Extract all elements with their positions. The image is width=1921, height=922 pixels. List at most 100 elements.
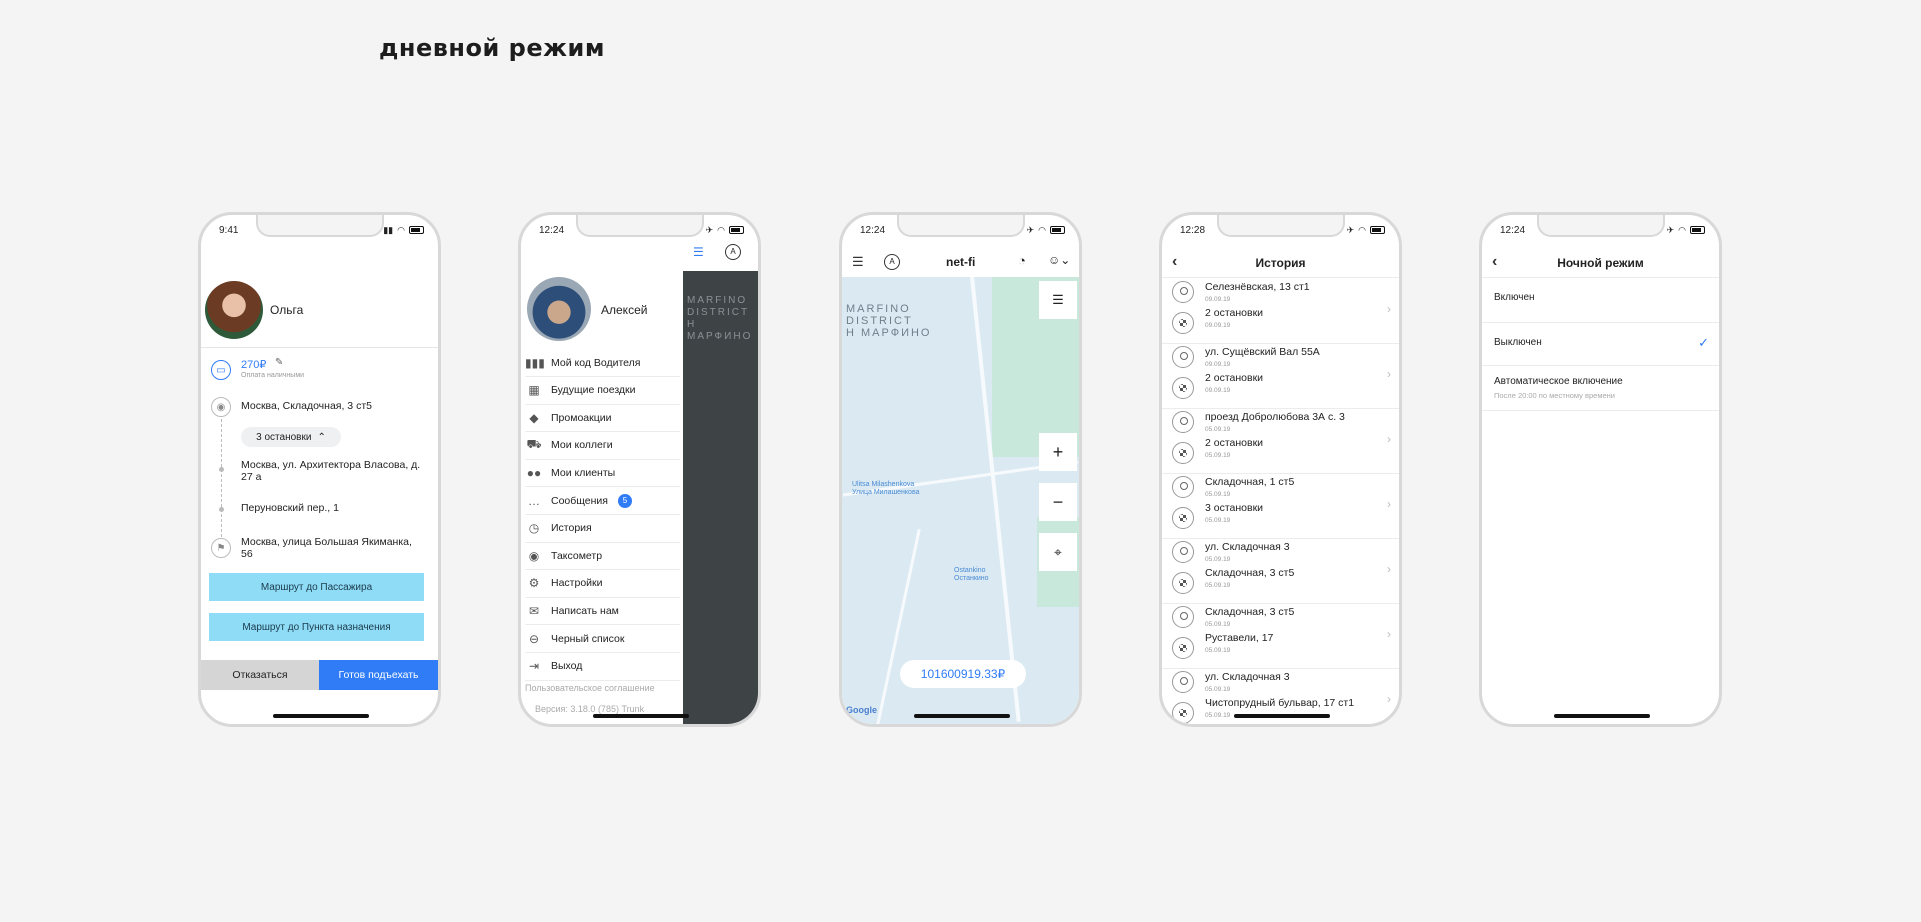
battery-icon (729, 226, 744, 234)
home-indicator (1234, 714, 1330, 718)
history-to: 2 остановки (1205, 437, 1264, 449)
exit-icon: ⇥ (528, 659, 540, 674)
auto-mode-icon[interactable]: A (725, 244, 741, 260)
map-label: MARFINO DISTRICT Н МАРФИНО (687, 295, 753, 342)
stop-address: Перуновский пер., 1 (241, 502, 339, 514)
menu-item[interactable]: ✉ Написать нам (525, 597, 680, 626)
nav-bar: ‹ История (1162, 249, 1399, 278)
history-item[interactable]: Складочная, 3 ст5 05.09.19 Руставели, 17 05… (1162, 603, 1399, 669)
history-item[interactable]: Складочная, 1 ст5 05.09.19 3 остановки 05.0… (1162, 473, 1399, 539)
menu-icon[interactable]: ☰ (852, 254, 864, 270)
history-item[interactable]: проезд Добролюбова 3А с. 3 05.09.19 2 оста… (1162, 408, 1399, 474)
history-item[interactable]: ул. Сущёвский Вал 55А 09.09.19 2 остановки… (1162, 343, 1399, 409)
car-icon: ⛟ (526, 437, 542, 452)
history-date: 05.09.19 (1205, 426, 1231, 433)
driver-name: Ольга (270, 303, 304, 317)
top-right-bar: ☰ A (683, 237, 758, 271)
history-to: Складочная, 3 ст5 (1205, 567, 1295, 579)
menu-item[interactable]: ▦ Будущие поездки (525, 377, 680, 405)
menu-item[interactable]: ⇥ Выход (525, 653, 680, 681)
ready-button[interactable]: Готов подъехать (319, 660, 438, 690)
history-from: ул. Складочная 3 (1205, 541, 1290, 553)
option-on-label: Включен (1494, 292, 1535, 303)
menu-item-label: Мои коллеги (551, 439, 613, 452)
route-to-destination-button[interactable]: Маршрут до Пункта назначения (209, 613, 424, 641)
balance-pill[interactable]: 101600919.33₽ (900, 660, 1026, 688)
signal-icon: ▮▮ (383, 224, 394, 235)
history-from: ул. Складочная 3 (1205, 671, 1290, 683)
option-auto-label: Автоматическое включение (1494, 376, 1623, 387)
option-off[interactable]: Выключен ✓ (1482, 323, 1719, 366)
home-indicator (1554, 714, 1650, 718)
pickup-pin-icon (1172, 671, 1194, 693)
status-time: 12:24 (860, 224, 886, 236)
finish-flag-icon (1172, 507, 1194, 529)
pickup-pin-icon (1172, 411, 1194, 433)
chat-icon: … (528, 493, 540, 508)
clock-icon: ◷ (528, 521, 540, 536)
stops-toggle[interactable]: 3 остановки ⌃ (241, 427, 341, 447)
history-item[interactable]: ул. Складочная 3 05.09.19 Складочная, 3 ст… (1162, 538, 1399, 604)
menu-item[interactable]: … Сообщения 5 (525, 487, 680, 515)
payment-method: Оплата наличными (241, 372, 305, 379)
timer-icon[interactable]: ◔ (1018, 253, 1026, 268)
menu-item-label: История (551, 522, 592, 535)
zoom-in-button[interactable]: + (1039, 433, 1077, 471)
stop-address: Москва, ул. Архитектора Власова, д. 27 а (241, 459, 421, 483)
chevron-right-icon: › (1387, 497, 1391, 511)
station-label-ru: Останкино (954, 575, 989, 582)
history-from: Складочная, 1 ст5 (1205, 476, 1295, 488)
history-date: 05.09.19 (1205, 556, 1231, 563)
history-item[interactable]: Селезнёвская, 13 ст1 09.09.19 2 остановки 0… (1162, 278, 1399, 344)
user-agreement-link[interactable]: Пользовательское соглашение (525, 683, 655, 693)
option-on[interactable]: Включен (1482, 278, 1719, 323)
history-from: Складочная, 3 ст5 (1205, 606, 1295, 618)
decline-button[interactable]: Отказаться (201, 660, 319, 690)
option-auto[interactable]: Автоматическое включение После 20:00 по … (1482, 366, 1719, 411)
auto-mode-icon[interactable]: A (884, 254, 900, 270)
finish-flag-icon (1172, 312, 1194, 334)
menu-item[interactable]: ⚙ Настройки (525, 570, 680, 598)
chevron-right-icon: › (1387, 627, 1391, 641)
airplane-icon: ✈ (1346, 224, 1355, 235)
phone-map: 12:24 ✈ ◠ ☰ A net-fi ◔ ☺⌄ MARFINO DISTRIC… (839, 212, 1082, 727)
history-date: 05.09.19 (1205, 647, 1231, 654)
option-auto-hint: После 20:00 по местному времени (1494, 391, 1615, 400)
menu-item[interactable]: ◉ Таксометр (525, 542, 680, 571)
menu-item[interactable]: ⛟ Мои коллеги (525, 432, 680, 460)
menu-item[interactable]: ◆ Промоакции (525, 404, 680, 433)
route-to-passenger-button[interactable]: Маршрут до Пассажира (209, 573, 424, 601)
history-date: 05.09.19 (1205, 452, 1231, 459)
history-item[interactable]: ул. Складочная 3 05.09.19 Чистопрудный бул… (1162, 668, 1399, 724)
map-overlay[interactable]: MARFINO DISTRICT Н МАРФИНО (683, 271, 758, 724)
menu-item[interactable]: ●● Мои клиенты (525, 459, 680, 488)
profile-status-icon[interactable]: ☺⌄ (1048, 253, 1070, 267)
cash-icon: ▭ (211, 360, 231, 380)
list-icon: ☰ (1052, 292, 1064, 307)
status-time: 12:28 (1180, 224, 1206, 236)
zoom-out-button[interactable]: − (1039, 483, 1077, 521)
street-label-ru: Улица Милашенкова (852, 489, 920, 496)
back-icon[interactable]: ‹ (1172, 253, 1177, 271)
menu-item-label: Таксометр (551, 549, 603, 562)
menu-item[interactable]: ⊖ Черный список (525, 625, 680, 653)
status-bar: 12:28 ✈ ◠ (1180, 223, 1385, 237)
price[interactable]: 270₽ (241, 358, 266, 371)
locate-button[interactable]: ⌖ (1039, 533, 1077, 571)
home-indicator (914, 714, 1010, 718)
menu-item[interactable]: ◷ История (525, 515, 680, 543)
history-to: 3 остановки (1205, 502, 1264, 514)
option-off-label: Выключен (1494, 337, 1542, 348)
list-button[interactable]: ☰ (1039, 281, 1077, 319)
menu-item[interactable]: ▮▮▮ Мой код Водителя (525, 349, 680, 377)
edit-price-icon[interactable]: ✎ (275, 357, 283, 368)
menu-item-label: Настройки (551, 577, 603, 590)
route-line (221, 419, 222, 537)
battery-icon (1370, 226, 1385, 234)
wifi-icon: ◠ (1678, 224, 1686, 235)
back-icon[interactable]: ‹ (1492, 253, 1497, 271)
menu-icon[interactable]: ☰ (693, 245, 704, 259)
district-line: Н МАРФИНО (846, 327, 932, 339)
menu-item-label: Написать нам (551, 604, 619, 617)
history-from: Селезнёвская, 13 ст1 (1205, 281, 1310, 293)
